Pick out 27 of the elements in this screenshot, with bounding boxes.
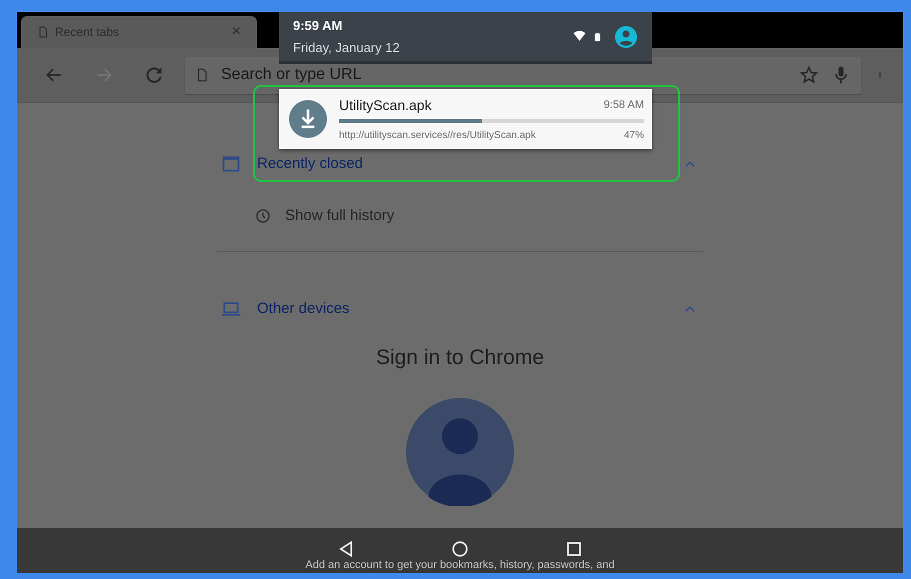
clock-icon [255,208,271,224]
back-triangle-icon[interactable] [337,540,355,558]
recents-square-icon[interactable] [565,540,583,558]
download-icon [289,100,327,138]
omnibox-placeholder: Search or type URL [221,65,363,85]
section-title[interactable]: Recently closed [257,152,667,176]
sign-in-title: Sign in to Chrome [374,345,546,371]
window-icon [221,154,241,174]
notification-title: UtilityScan.apk [339,96,432,115]
page-icon [37,25,49,39]
progress-percent: 47% [624,129,644,143]
notification-time: 9:58 AM [604,98,644,114]
clock-time: 9:59 AM [293,17,344,35]
wifi-icon [572,30,587,43]
account-icon[interactable] [614,24,638,48]
section-title[interactable]: Other devices [257,298,667,320]
page-icon [195,67,209,83]
reload-icon [144,65,164,85]
avatar-silhouette-icon [406,398,514,506]
history-link[interactable]: Show full history [285,204,394,228]
home-circle-icon[interactable] [451,540,469,558]
sign-in-description: Add an account to get your bookmarks, history, passwords, and [305,559,615,571]
date-text: Friday, January 12 [293,38,401,57]
download-notification[interactable]: UtilityScan.apk 9:58 AM http://utilityscan.services//res/UtilityScan.apk 47% [279,89,652,149]
close-icon[interactable]: × [232,24,241,40]
download-url: http://utilityscan.services//res/UtilityScan.apk [339,129,536,143]
star-icon[interactable] [799,65,819,85]
